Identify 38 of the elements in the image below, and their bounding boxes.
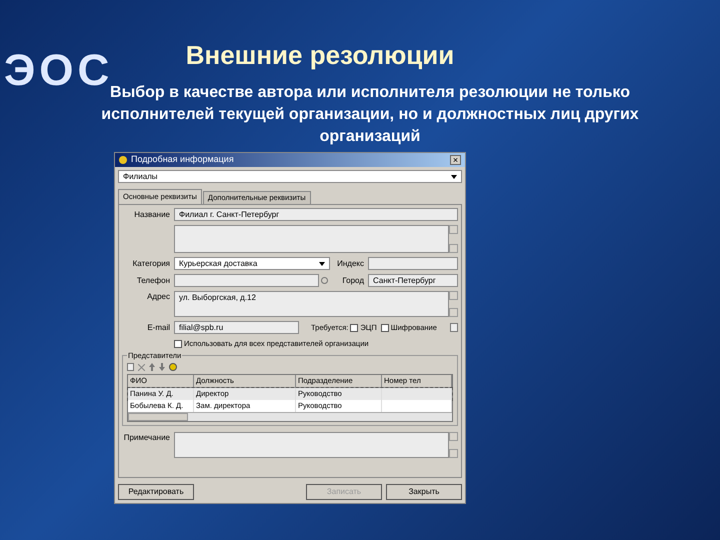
- name-extra-field[interactable]: [174, 225, 449, 253]
- category-dropdown[interactable]: Курьерская доставка: [174, 257, 330, 270]
- checkbox[interactable]: [174, 340, 182, 348]
- scroll-up-icon[interactable]: [449, 225, 458, 234]
- checkbox[interactable]: [380, 324, 389, 332]
- down-arrow-icon[interactable]: [159, 363, 165, 372]
- address-field[interactable]: ул. Выборгская, д.12: [174, 291, 449, 317]
- scroll-down-icon[interactable]: [449, 244, 458, 253]
- up-arrow-icon[interactable]: [149, 363, 155, 372]
- field-label: Примечание: [122, 432, 171, 444]
- city-field[interactable]: Санкт-Петербург: [368, 274, 458, 287]
- email-field[interactable]: filial@spb.ru: [174, 321, 299, 334]
- scroll-down-icon[interactable]: [449, 308, 458, 317]
- group-dropdown[interactable]: Филиалы: [118, 170, 462, 183]
- checkbox[interactable]: [350, 324, 358, 332]
- scroll-down-icon[interactable]: [449, 448, 458, 458]
- window-title: Подробная информация: [131, 153, 235, 166]
- name-field[interactable]: Филиал г. Санкт-Петербург: [174, 208, 458, 221]
- dialog-button[interactable]: Редактировать: [118, 484, 194, 500]
- slide-subtitle: Выбор в качестве автора или исполнителя резолюции не только исполнителей текущей организации, но и должностных лиц других организаций: [101, 84, 640, 147]
- index-field[interactable]: [368, 257, 458, 270]
- dropdown-caret-icon: [319, 262, 325, 266]
- field-label: Индекс: [336, 258, 365, 270]
- field-label: E-mail: [146, 322, 171, 334]
- field-label: Адрес: [146, 291, 171, 303]
- slide-title: Внешние резолюции: [186, 42, 454, 68]
- dropdown-caret-icon: [451, 174, 457, 178]
- field-label: Категория: [132, 258, 171, 270]
- close-button[interactable]: ×: [450, 155, 461, 165]
- scroll-up-icon[interactable]: [449, 432, 458, 440]
- field-label: Город: [341, 274, 365, 286]
- delete-icon[interactable]: [138, 364, 145, 371]
- note-field[interactable]: [174, 432, 449, 458]
- dialog-button[interactable]: Закрыть: [386, 484, 462, 500]
- scroll-up-icon[interactable]: [449, 291, 458, 300]
- phone-field[interactable]: [174, 274, 319, 287]
- field-label: Телефон: [136, 274, 171, 286]
- field-label: Название: [133, 208, 171, 220]
